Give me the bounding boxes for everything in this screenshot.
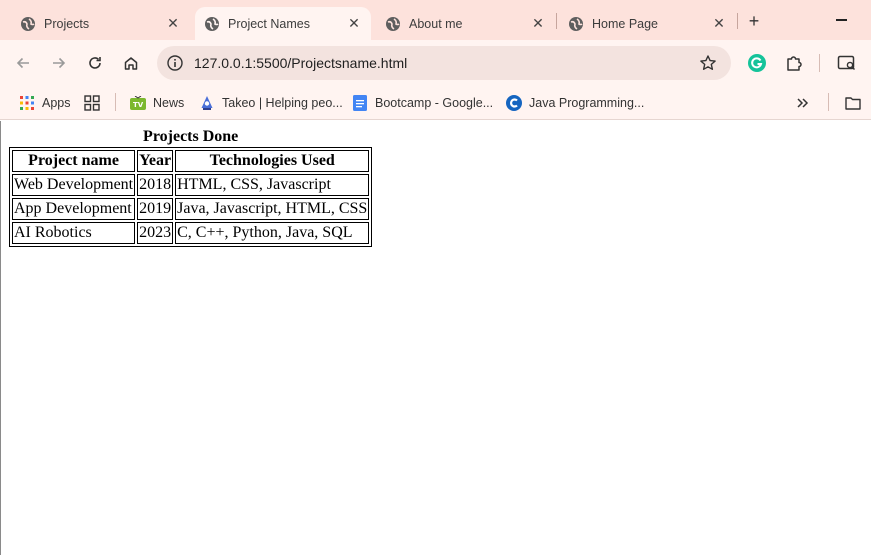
globe-icon [20, 16, 36, 32]
address-bar[interactable]: 127.0.0.1:5500/Projectsname.html [157, 46, 731, 80]
close-tab-icon[interactable]: ✕ [529, 15, 547, 33]
toolbar-divider [819, 54, 820, 72]
cell-year: 2019 [137, 198, 174, 220]
close-tab-icon[interactable]: ✕ [710, 15, 728, 33]
bookmark-label: Takeo | Helping peo... [222, 96, 343, 110]
tab-about-me[interactable]: About me ✕ [365, 7, 555, 40]
bookmark-label: Bootcamp - Google... [375, 96, 494, 110]
cell-technologies: C, C++, Python, Java, SQL [175, 222, 370, 244]
cell-project-name: App Development [12, 198, 136, 220]
tab-strip: Projects ✕ Project Names ✕ About me ✕ Ho… [0, 0, 871, 40]
apps-grid-icon [19, 95, 35, 111]
forward-arrow-icon[interactable] [47, 51, 71, 75]
cell-year: 2018 [137, 174, 174, 196]
new-tab-plus-icon[interactable]: + [744, 11, 764, 31]
globe-icon [204, 16, 220, 32]
google-docs-icon [352, 95, 368, 111]
tab-projects[interactable]: Projects ✕ [0, 7, 190, 40]
tab-title: Project Names [228, 16, 310, 31]
globe-icon [385, 16, 401, 32]
browser-toolbar: 127.0.0.1:5500/Projectsname.html [0, 40, 871, 86]
folder-icon [845, 95, 861, 111]
tab-title: Home Page [592, 16, 659, 31]
bookmark-tab-groups[interactable] [84, 92, 107, 114]
bookmark-apps[interactable]: Apps [19, 92, 71, 114]
minimize-window-icon[interactable] [836, 19, 847, 21]
projects-table: Projects Done Project name Year Technolo… [9, 128, 373, 247]
close-tab-icon[interactable]: ✕ [345, 15, 363, 33]
svg-text:TV: TV [133, 101, 144, 109]
bookmark-bootcamp[interactable]: Bootcamp - Google... [352, 92, 493, 114]
tab-separator [737, 13, 738, 29]
tab-groups-icon [84, 95, 100, 111]
site-info-icon[interactable] [166, 54, 184, 72]
bookmark-star-icon[interactable] [699, 54, 717, 72]
table-header-row: Project name Year Technologies Used [12, 150, 370, 172]
reload-icon[interactable] [83, 51, 107, 75]
bookmarks-bar: Apps TV News Takeo | Helping peo... Boot… [0, 86, 871, 120]
cell-technologies: Java, Javascript, HTML, CSS [175, 198, 370, 220]
header-year: Year [137, 150, 174, 172]
close-tab-icon[interactable]: ✕ [164, 15, 182, 33]
table-row: Web Development 2018 HTML, CSS, Javascri… [12, 174, 370, 196]
cell-technologies: HTML, CSS, Javascript [175, 174, 370, 196]
bookmark-news[interactable]: TV News [130, 92, 184, 114]
bookmark-takeo[interactable]: Takeo | Helping peo... [199, 92, 343, 114]
side-panel-search-icon[interactable] [836, 52, 858, 74]
url-text: 127.0.0.1:5500/Projectsname.html [194, 55, 408, 71]
bookmark-label: Java Programming... [529, 96, 645, 110]
tab-project-names[interactable]: Project Names ✕ [195, 7, 371, 40]
bookmark-label: News [153, 96, 185, 110]
cell-year: 2023 [137, 222, 174, 244]
grammarly-extension-icon[interactable] [746, 52, 768, 74]
tab-home-page[interactable]: Home Page ✕ [548, 7, 736, 40]
java-c-icon [506, 95, 522, 111]
tab-title: Projects [44, 16, 90, 31]
more-bookmarks-chevron-icon[interactable] [796, 92, 810, 114]
table-row: AI Robotics 2023 C, C++, Python, Java, S… [12, 222, 370, 244]
bookmark-separator [115, 93, 116, 111]
tv-news-icon: TV [130, 95, 146, 111]
back-arrow-icon[interactable] [11, 51, 35, 75]
table-caption: Projects Done [143, 128, 239, 145]
cell-project-name: Web Development [12, 174, 136, 196]
header-technologies: Technologies Used [175, 150, 370, 172]
bookmark-folder[interactable] [845, 92, 868, 114]
page-content: Projects Done Project name Year Technolo… [0, 121, 871, 555]
cell-project-name: AI Robotics [12, 222, 136, 244]
bookmark-separator [828, 93, 829, 111]
bookmark-java-programming[interactable]: Java Programming... [506, 92, 644, 114]
tab-title: About me [409, 16, 463, 31]
globe-icon [568, 16, 584, 32]
header-project-name: Project name [12, 150, 136, 172]
bookmark-label: Apps [42, 96, 71, 110]
extensions-puzzle-icon[interactable] [783, 52, 805, 74]
home-icon[interactable] [119, 51, 143, 75]
takeo-icon [199, 95, 215, 111]
table-row: App Development 2019 Java, Javascript, H… [12, 198, 370, 220]
